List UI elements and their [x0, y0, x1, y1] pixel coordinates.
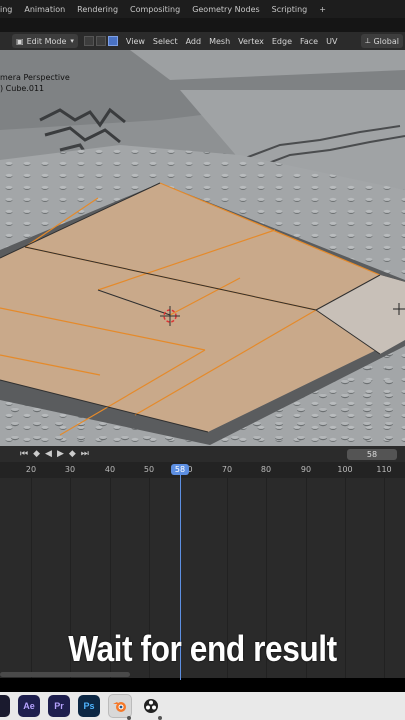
- edge-select-icon[interactable]: [95, 36, 106, 46]
- play-icon[interactable]: ▶: [57, 449, 65, 459]
- ruler-tick: 100: [337, 465, 353, 474]
- photoshop-icon[interactable]: Ps: [78, 695, 100, 717]
- running-indicator: [127, 716, 131, 720]
- chevron-down-icon: ▾: [70, 37, 74, 45]
- ruler-tick: 70: [221, 465, 233, 474]
- face-select-icon[interactable]: [107, 36, 118, 46]
- app-icon[interactable]: [0, 695, 10, 717]
- timeline-scrollbar[interactable]: [0, 672, 130, 677]
- timeline-gridline: [384, 478, 385, 678]
- edit-mode-icon: ▣: [16, 36, 24, 46]
- tool-settings-bar: [0, 18, 405, 32]
- transform-orientation-label: Global: [373, 36, 399, 46]
- add-workspace-button[interactable]: +: [313, 5, 332, 14]
- playback-controls: ⏮ ◆ ◀ ▶ ◆ ⏭: [20, 449, 90, 459]
- workspace-tabs: ing Animation Rendering Compositing Geom…: [0, 0, 405, 18]
- ruler-tick: 40: [104, 465, 116, 474]
- premiere-icon[interactable]: Pr: [48, 695, 70, 717]
- transform-orientation-dropdown[interactable]: ⟂ Global: [361, 34, 403, 48]
- ruler-tick: 30: [64, 465, 76, 474]
- jump-to-end-icon[interactable]: ⏭: [81, 449, 90, 459]
- jump-to-start-icon[interactable]: ⏮: [20, 449, 29, 459]
- ruler-tick: 110: [376, 465, 392, 474]
- menu-select[interactable]: Select: [153, 37, 178, 46]
- frame-ruler[interactable]: 20 30 40 50 0 70 80 90 100 110: [0, 462, 405, 478]
- ruler-tick: 20: [25, 465, 37, 474]
- menu-mesh[interactable]: Mesh: [209, 37, 230, 46]
- viewport-header: ▣ Edit Mode ▾ View Select Add Mesh Verte…: [0, 32, 405, 50]
- timeline-header: ⏮ ◆ ◀ ▶ ◆ ⏭ 58: [0, 446, 405, 462]
- menu-add[interactable]: Add: [186, 37, 202, 46]
- tab-rendering[interactable]: Rendering: [71, 5, 124, 14]
- macos-dock: Ae Pr Ps: [0, 692, 405, 720]
- perspective-label: mera Perspective: [0, 73, 70, 82]
- playhead-frame-label[interactable]: 58: [171, 464, 189, 475]
- obs-icon[interactable]: [140, 695, 162, 717]
- menu-view[interactable]: View: [126, 37, 145, 46]
- ruler-tick: 80: [260, 465, 272, 474]
- object-label: ) Cube.011: [0, 84, 45, 93]
- current-frame-field[interactable]: 58: [347, 448, 397, 460]
- tab-scripting[interactable]: Scripting: [266, 5, 314, 14]
- after-effects-icon[interactable]: Ae: [18, 695, 40, 717]
- video-caption: Wait for end result: [68, 628, 337, 669]
- viewport-info-overlay: mera Perspective ) Cube.011: [0, 72, 70, 94]
- menu-face[interactable]: Face: [300, 37, 318, 46]
- jump-keyframe-forward-icon[interactable]: ◆: [69, 449, 77, 459]
- viewport-scene: [0, 50, 405, 446]
- mode-label: Edit Mode: [26, 36, 67, 46]
- 3d-viewport[interactable]: mera Perspective ) Cube.011: [0, 50, 405, 446]
- play-reverse-icon[interactable]: ◀: [45, 449, 53, 459]
- menu-uv[interactable]: UV: [326, 37, 337, 46]
- menu-vertex[interactable]: Vertex: [238, 37, 264, 46]
- tab-compositing[interactable]: Compositing: [124, 5, 186, 14]
- blender-icon[interactable]: [108, 694, 132, 718]
- jump-keyframe-back-icon[interactable]: ◆: [33, 449, 41, 459]
- blender-logo: [113, 702, 126, 712]
- tab-animation[interactable]: Animation: [18, 5, 71, 14]
- select-mode-toggles: [83, 36, 118, 46]
- vertex-select-icon[interactable]: [83, 36, 94, 46]
- tab-shading[interactable]: ing: [0, 5, 18, 14]
- menu-edge[interactable]: Edge: [272, 37, 292, 46]
- obs-logo: [144, 699, 158, 713]
- tab-geometry-nodes[interactable]: Geometry Nodes: [186, 5, 265, 14]
- axes-icon: ⟂: [365, 36, 371, 45]
- mode-dropdown[interactable]: ▣ Edit Mode ▾: [12, 34, 78, 48]
- ruler-tick: 50: [143, 465, 155, 474]
- ruler-tick: 90: [300, 465, 312, 474]
- running-indicator: [158, 716, 162, 720]
